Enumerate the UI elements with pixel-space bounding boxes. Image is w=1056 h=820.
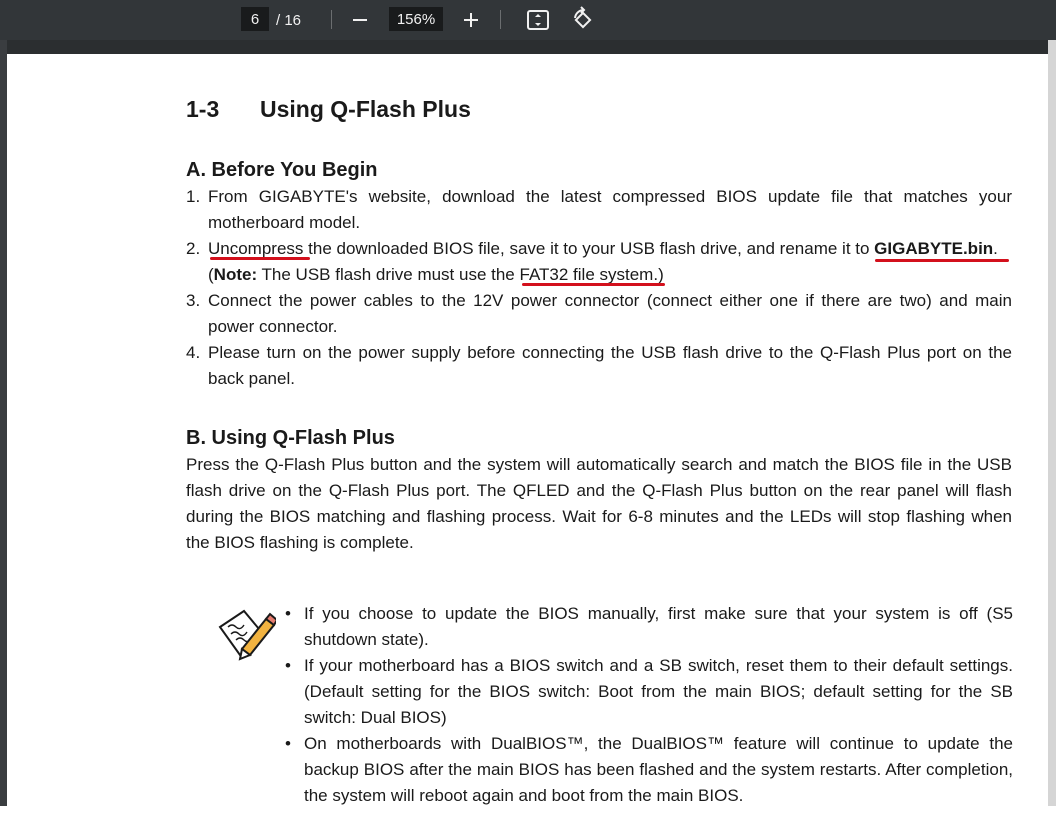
bullet-glyph: • [285,604,291,623]
list-text-segment: . [993,239,998,258]
uncompress-word: Uncompress [208,239,304,258]
bullet-glyph: • [285,734,291,753]
section-number: 1-3 [186,96,220,122]
fit-page-button[interactable] [524,6,552,34]
part-b-heading: B. Using Q-Flash Plus [186,427,395,449]
note-text: If you choose to update the BIOS manuall… [304,604,1013,649]
page-number-input[interactable] [241,7,269,31]
page-total-label: / 16 [276,11,302,29]
rotate-button[interactable] [569,6,597,34]
annotation-underline [522,283,665,286]
viewer-scrollbar[interactable] [1048,40,1056,820]
section-title: Using Q-Flash Plus [260,96,471,122]
filename-text: GIGABYTE.bin [874,239,994,258]
annotation-underline [210,257,310,260]
list-text: Connect the power cables to the 12V powe… [208,291,1012,336]
zoom-in-icon [464,13,478,27]
zoom-level-input[interactable] [389,7,443,31]
viewer-gap [0,40,1056,54]
toolbar-divider [331,10,332,29]
note-label: Note: [213,265,258,284]
part-b-paragraph: Press the Q-Flash Plus button and the sy… [186,455,1012,552]
note-text: If your motherboard has a BIOS switch an… [304,656,1013,727]
zoom-out-button[interactable] [346,6,374,34]
list-number: 3. [186,291,201,310]
fit-page-icon [527,10,549,30]
note-text: On motherboards with DualBIOS™, the Dual… [304,734,1013,805]
bullet-glyph: • [285,656,291,675]
fat32-text: FAT32 file system. [519,265,659,284]
list-number: 2. [186,239,201,258]
list-text: Please turn on the power supply before c… [208,343,1012,388]
viewer-left-margin [0,40,7,820]
pdf-toolbar: / 16 [0,0,1056,40]
pdf-page: 1-3 Using Q-Flash Plus A. Before You Beg… [7,54,1048,806]
viewer-bottom-margin [0,806,1056,820]
zoom-in-button[interactable] [457,6,485,34]
list-text-segment: the downloaded BIOS file, save it to you… [303,239,875,258]
list-text: From GIGABYTE's website, download the la… [208,187,1012,232]
rotate-icon [574,6,592,29]
part-a-heading: A. Before You Begin [186,159,378,181]
list-number: 1. [186,187,201,206]
note-text: The USB flash drive must use the [257,265,520,284]
toolbar-divider [500,10,501,29]
annotation-underline [875,259,1009,262]
list-number: 4. [186,343,201,362]
note-paren: ) [658,265,664,284]
list-text: Uncompress the downloaded BIOS file, sav… [208,236,1012,288]
pencil-note-icon [218,609,276,661]
zoom-out-icon [353,19,367,21]
